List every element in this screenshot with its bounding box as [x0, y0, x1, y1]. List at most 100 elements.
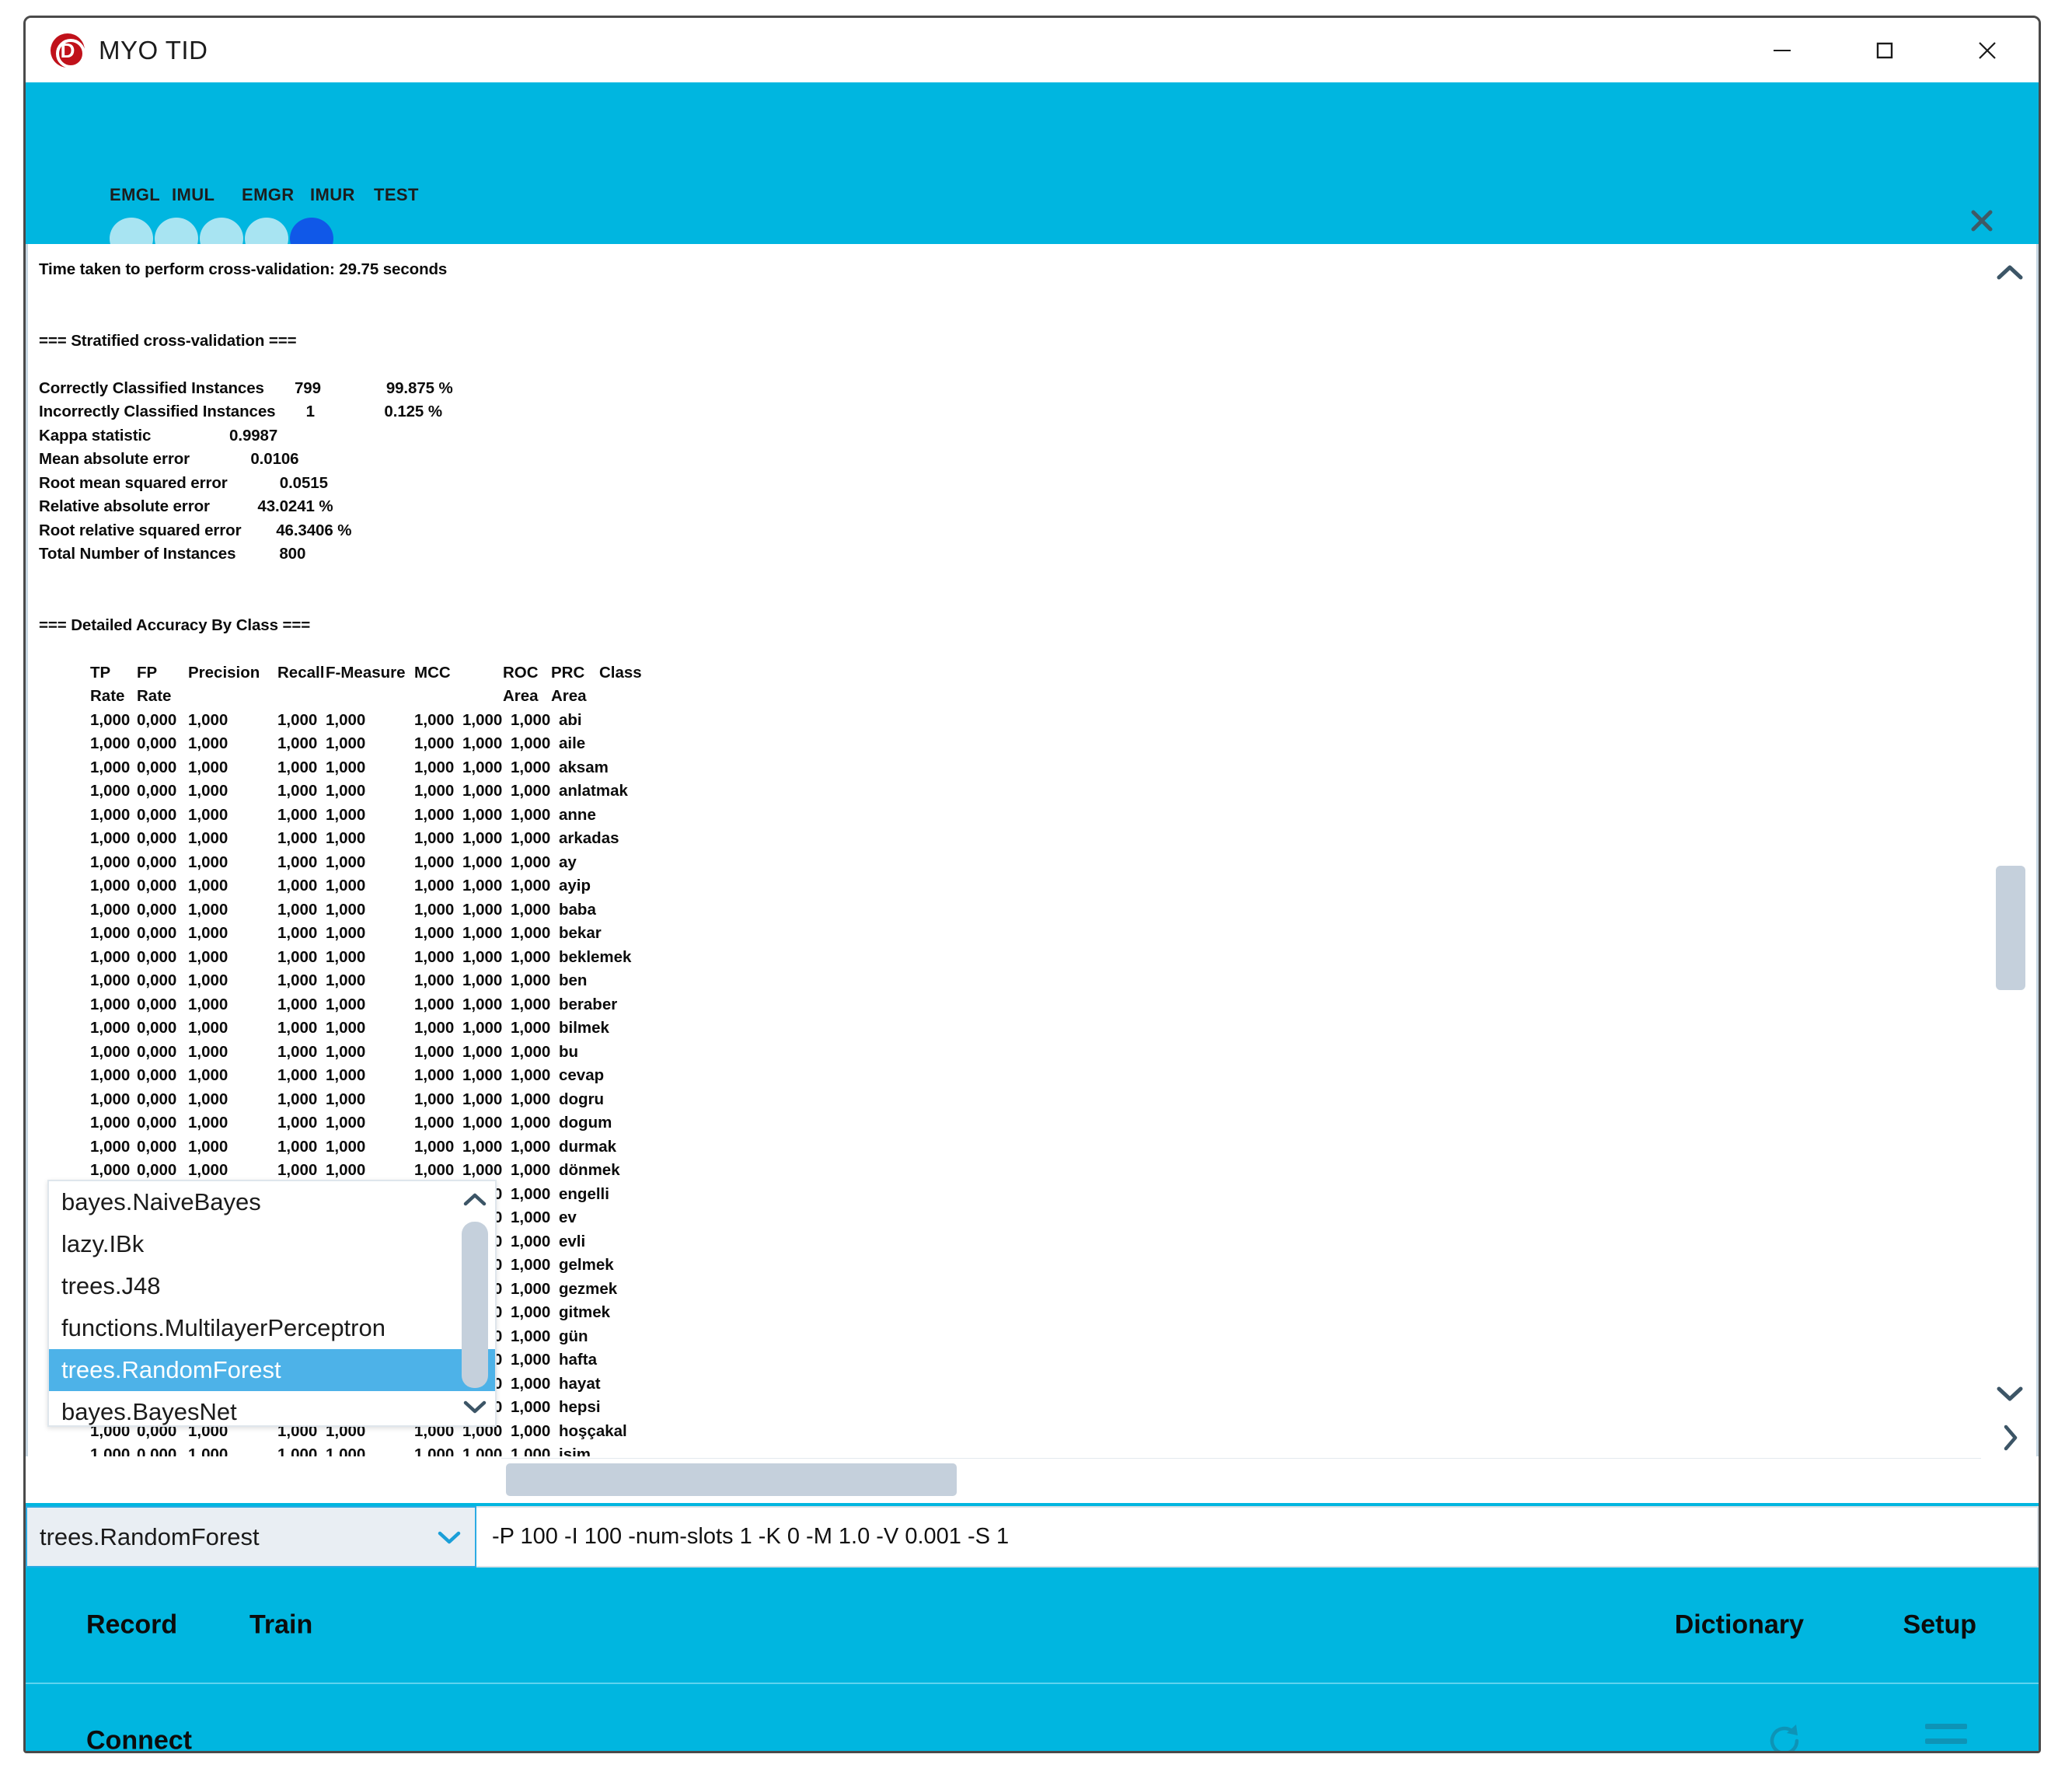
cell-f-measure: 1,000 [326, 877, 366, 894]
cell-prc-area: 1,000 [511, 1042, 551, 1061]
cell-f-measure: 1,000 [326, 1042, 366, 1061]
table-row: 1,000 0,000 1,000 1,000 1,000 1,000 1,000 1,000… [39, 898, 1981, 922]
classifier-list-scrollbar[interactable] [458, 1184, 492, 1422]
cell-fp-rate: 0,000 [137, 947, 177, 966]
cell-class: baba [559, 900, 596, 919]
window-close-button[interactable] [1936, 18, 2039, 82]
cell-class: durmak [559, 1137, 617, 1156]
classifier-list-item[interactable]: trees.RandomForest [49, 1349, 495, 1391]
cell-spacer [374, 922, 414, 946]
cell-recall: 1,000 [277, 971, 318, 989]
maximize-button[interactable] [1833, 18, 1936, 82]
table-row: 1,000 0,000 1,000 1,000 1,000 1,000 1,000 1,000… [39, 1064, 1981, 1088]
col-header-prc-area: PRC Area [551, 663, 587, 706]
cell-spacer [242, 1111, 277, 1135]
cell-mcc: 1,000 [414, 1019, 455, 1037]
cell-spacer [374, 969, 414, 993]
scroll-right-button[interactable] [1981, 1419, 2039, 1456]
classifier-list-item[interactable]: lazy.IBk [49, 1223, 495, 1265]
hamburger-menu-icon [1925, 1724, 1967, 1729]
table-header-row: TP Rate FP Rate Precision Recall F-Measu… [39, 661, 1981, 709]
record-button[interactable]: Record [86, 1610, 177, 1641]
cell-spacer [374, 993, 414, 1017]
cell-mcc: 1,000 [414, 829, 455, 847]
horizontal-scroll-thumb[interactable] [506, 1463, 957, 1496]
output-horizontal-scrollbar[interactable] [501, 1458, 1981, 1503]
train-button[interactable]: Train [249, 1610, 312, 1641]
cell-precision: 1,000 [188, 853, 228, 871]
cell-mcc: 1,000 [414, 947, 455, 966]
cell-fp-rate: 0,000 [137, 900, 177, 919]
cell-tp-rate: 1,000 [90, 1090, 131, 1108]
refresh-button[interactable] [1763, 1720, 1805, 1751]
cell-class: gün [559, 1327, 588, 1345]
chevron-right-icon [2004, 1425, 2018, 1451]
cell-prc-area: 1,000 [511, 1421, 551, 1440]
output-vertical-scrollbar[interactable] [1981, 244, 2039, 1456]
maximize-icon [1876, 42, 1893, 58]
classifier-list-item[interactable]: bayes.BayesNet [49, 1391, 495, 1433]
cell-precision: 1,000 [188, 971, 228, 989]
cell-class: engelli [559, 1184, 609, 1203]
table-row: 1,000 0,000 1,000 1,000 1,000 1,000 1,000 1,000… [39, 1017, 1981, 1041]
cell-class: beklemek [559, 947, 632, 966]
scroll-down-button[interactable] [1981, 1376, 2039, 1411]
cell-fp-rate: 0,000 [137, 734, 177, 752]
window-title: MYO TID [99, 35, 208, 65]
classifier-list-item[interactable]: bayes.NaiveBayes [49, 1181, 495, 1223]
cell-recall: 1,000 [277, 1066, 318, 1084]
classifier-list-scroll-down[interactable] [458, 1391, 492, 1422]
connect-button[interactable]: Connect [86, 1726, 192, 1752]
cell-class: isim [559, 1445, 591, 1456]
cell-precision: 1,000 [188, 734, 228, 752]
cell-precision: 1,000 [188, 805, 228, 824]
dictionary-button[interactable]: Dictionary [1675, 1610, 1804, 1641]
cell-fp-rate: 0,000 [137, 1137, 177, 1156]
cell-roc-area: 1,000 [462, 995, 503, 1013]
action-bar: Record Train Dictionary Setup [26, 1568, 2039, 1683]
cell-class: gezmek [559, 1279, 618, 1298]
cell-roc-area: 1,000 [462, 710, 503, 729]
cell-mcc: 1,000 [414, 1137, 455, 1156]
cell-prc-area: 1,000 [511, 1232, 551, 1250]
cell-tp-rate: 1,000 [90, 782, 131, 800]
scroll-up-button[interactable] [1981, 255, 2039, 291]
classifier-combobox-value: trees.RandomForest [40, 1522, 260, 1550]
table-row: 1,000 0,000 1,000 1,000 1,000 1,000 1,000 1,000… [39, 1041, 1981, 1065]
classifier-list-scroll-up[interactable] [458, 1184, 492, 1215]
cell-prc-area: 1,000 [511, 853, 551, 871]
cell-fp-rate: 0,000 [137, 971, 177, 989]
classifier-list-item[interactable]: functions.MultilayerPerceptron [49, 1307, 495, 1349]
minimize-button[interactable] [1731, 18, 1833, 82]
cell-roc-area: 1,000 [462, 900, 503, 919]
cell-mcc: 1,000 [414, 758, 455, 776]
hamburger-menu-button[interactable] [1925, 1724, 1967, 1751]
cell-f-measure: 1,000 [326, 924, 366, 942]
cell-tp-rate: 1,000 [90, 1161, 131, 1179]
cell-recall: 1,000 [277, 734, 318, 752]
vertical-scroll-thumb[interactable] [1996, 866, 2025, 990]
classifier-dropdown-list[interactable]: bayes.NaiveBayes lazy.IBk trees.J48 functio… [47, 1180, 497, 1427]
cell-spacer [242, 709, 277, 733]
cell-spacer [242, 1135, 277, 1160]
cell-f-measure: 1,000 [326, 1090, 366, 1108]
cell-spacer [374, 1041, 414, 1065]
cell-prc-area: 1,000 [511, 1114, 551, 1132]
cell-class: gitmek [559, 1303, 611, 1321]
classifier-selector-row: trees.RandomForest -P 100 -I 100 -num-sl… [26, 1503, 2039, 1568]
cell-precision: 1,000 [188, 900, 228, 919]
classifier-list-scroll-thumb[interactable] [462, 1222, 488, 1388]
cell-prc-area: 1,000 [511, 971, 551, 989]
cell-fp-rate: 0,000 [137, 782, 177, 800]
cell-spacer [374, 1088, 414, 1112]
classifier-list-item[interactable]: trees.J48 [49, 1265, 495, 1307]
header-close-button[interactable] [1964, 203, 2000, 239]
cell-spacer [242, 969, 277, 993]
table-row: 1,000 0,000 1,000 1,000 1,000 1,000 1,000 1,000… [39, 1443, 1981, 1456]
classifier-options-input[interactable]: -P 100 -I 100 -num-slots 1 -K 0 -M 1.0 -… [476, 1506, 2039, 1568]
cell-recall: 1,000 [277, 758, 318, 776]
cell-spacer [374, 804, 414, 828]
classifier-combobox[interactable]: trees.RandomForest [26, 1506, 476, 1568]
setup-button[interactable]: Setup [1903, 1610, 1976, 1641]
